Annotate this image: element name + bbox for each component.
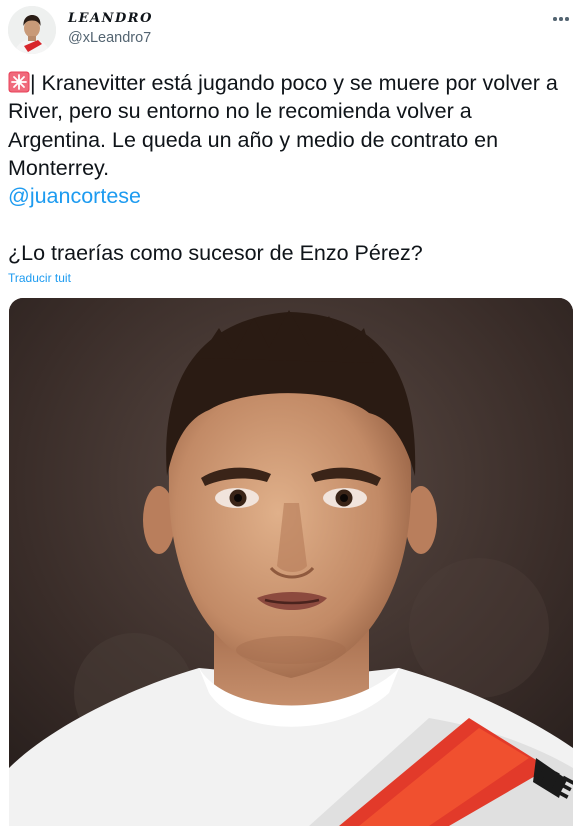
more-horizontal-icon	[553, 17, 557, 21]
tweet-media-photo[interactable]: NE	[9, 298, 573, 826]
more-horizontal-icon-dot	[559, 17, 563, 21]
tweet-question: ¿Lo traerías como sucesor de Enzo Pérez?	[8, 241, 423, 265]
avatar[interactable]	[8, 6, 56, 54]
tweet: LEANDRO @xLeandro7 | Kranevitter está ju…	[0, 0, 581, 826]
avatar-image	[8, 6, 56, 54]
tweet-body: | Kranevitter está jugando poco y se mue…	[8, 71, 564, 180]
translate-tweet-link[interactable]: Traducir tuit	[8, 270, 71, 286]
siren-icon	[8, 71, 30, 93]
player-photo: NE	[9, 298, 573, 826]
more-horizontal-icon-dot	[565, 17, 569, 21]
mention-link[interactable]: @juancortese	[8, 182, 141, 210]
tweet-header: LEANDRO @xLeandro7	[8, 6, 573, 54]
display-name[interactable]: LEANDRO	[68, 10, 153, 27]
more-options-button[interactable]	[553, 12, 569, 26]
tweet-text: | Kranevitter está jugando poco y se mue…	[8, 69, 573, 182]
user-info: LEANDRO @xLeandro7	[68, 10, 153, 48]
user-handle[interactable]: @xLeandro7	[68, 29, 153, 48]
